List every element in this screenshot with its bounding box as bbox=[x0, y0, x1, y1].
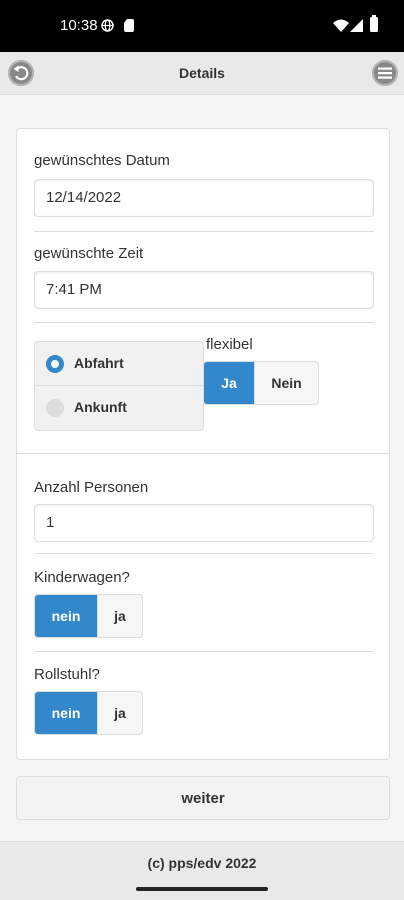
time-field[interactable]: 7:41 PM bbox=[34, 271, 374, 309]
footer: (c) pps/edv 2022 bbox=[0, 841, 404, 900]
radio-abfahrt[interactable]: Abfahrt bbox=[35, 342, 203, 386]
divider bbox=[34, 553, 374, 554]
globe-icon bbox=[101, 19, 114, 32]
next-button[interactable]: weiter bbox=[16, 776, 390, 820]
divider bbox=[17, 453, 389, 454]
date-field[interactable]: 12/14/2022 bbox=[34, 179, 374, 217]
divider bbox=[34, 651, 374, 652]
radio-label: Ankunft bbox=[74, 399, 127, 415]
radio-selected-icon bbox=[46, 355, 64, 373]
wifi-icon bbox=[333, 19, 349, 32]
date-label: gewünschtes Datum bbox=[34, 152, 170, 169]
rollstuhl-ja-button[interactable]: ja bbox=[97, 692, 142, 734]
battery-icon bbox=[370, 15, 378, 32]
divider bbox=[34, 231, 374, 232]
form-card: gewünschtes Datum 12/14/2022 gewünschte … bbox=[16, 128, 390, 760]
status-time: 10:38 bbox=[60, 17, 98, 34]
signal-icon bbox=[350, 19, 363, 32]
direction-radio-group: Abfahrt Ankunft bbox=[34, 341, 204, 431]
radio-label: Abfahrt bbox=[74, 355, 124, 371]
home-indicator[interactable] bbox=[136, 887, 268, 891]
persons-label: Anzahl Personen bbox=[34, 479, 149, 496]
flexibel-toggle: Ja Nein bbox=[203, 361, 319, 405]
kinderwagen-ja-button[interactable]: ja bbox=[97, 595, 142, 637]
status-bar: 10:38 bbox=[0, 0, 404, 52]
persons-field[interactable]: 1 bbox=[34, 504, 374, 542]
radio-ankunft[interactable]: Ankunft bbox=[35, 386, 203, 430]
menu-button[interactable] bbox=[372, 60, 398, 86]
rollstuhl-toggle: nein ja bbox=[34, 691, 143, 735]
divider bbox=[34, 322, 374, 323]
kinderwagen-label: Kinderwagen? bbox=[34, 569, 130, 586]
copyright-text: (c) pps/edv 2022 bbox=[147, 855, 257, 871]
radio-unselected-icon bbox=[46, 399, 64, 417]
rollstuhl-nein-button[interactable]: nein bbox=[35, 692, 97, 734]
time-label: gewünschte Zeit bbox=[34, 245, 144, 262]
flexibel-ja-button[interactable]: Ja bbox=[204, 362, 254, 404]
kinderwagen-toggle: nein ja bbox=[34, 594, 143, 638]
sim-card-icon bbox=[124, 19, 134, 32]
kinderwagen-nein-button[interactable]: nein bbox=[35, 595, 97, 637]
rollstuhl-label: Rollstuhl? bbox=[34, 666, 100, 683]
flexibel-label: flexibel bbox=[206, 336, 253, 353]
flexibel-nein-button[interactable]: Nein bbox=[254, 362, 318, 404]
menu-icon bbox=[378, 67, 392, 79]
app-header: Details bbox=[0, 52, 404, 95]
page-title: Details bbox=[179, 65, 225, 81]
